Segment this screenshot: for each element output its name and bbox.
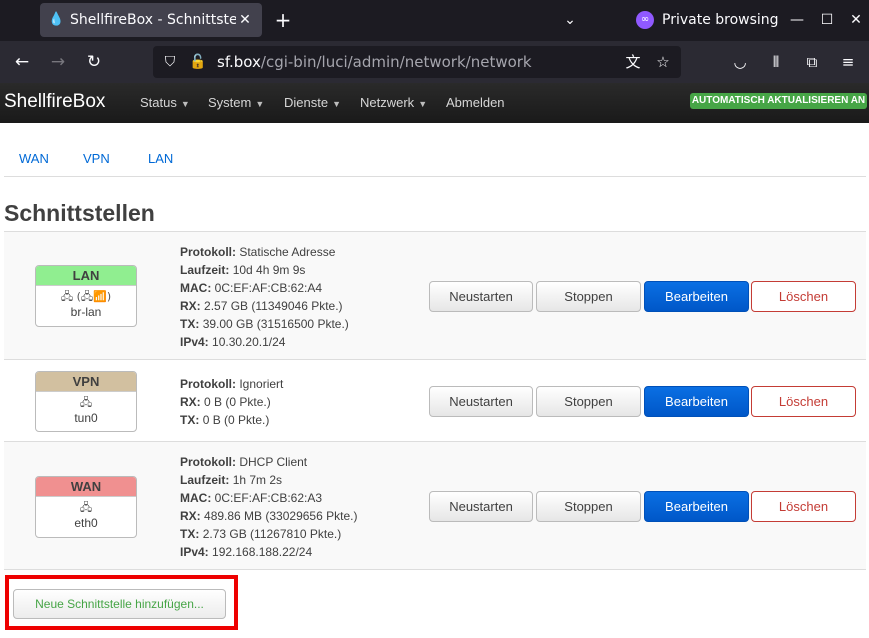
interface-info: Protokoll: Ignoriert RX: 0 B (0 Pkte.) T… [180, 377, 284, 427]
interface-info: Protokoll: Statische Adresse Laufzeit: 1… [180, 245, 349, 349]
close-window-icon[interactable]: ✕ [845, 8, 867, 32]
interface-badge-wan[interactable]: WAN 🖧 eth0 [35, 476, 137, 538]
restart-button[interactable]: Neustarten [429, 386, 533, 417]
chevron-down-icon: ▼ [255, 99, 265, 109]
chevron-down-icon: ▼ [418, 99, 428, 109]
edit-button[interactable]: Bearbeiten [644, 491, 749, 522]
delete-button[interactable]: Löschen [751, 386, 856, 417]
tab-divider [4, 176, 866, 177]
device-name: eth0 [74, 516, 98, 530]
interface-badge-lan[interactable]: LAN 🖧 (🖧📶) br-lan [35, 265, 137, 327]
interface-badge-vpn[interactable]: VPN 🖧 tun0 [35, 371, 137, 432]
page-title: Schnittstellen [4, 200, 155, 226]
back-arrow-icon[interactable]: ← [10, 50, 34, 74]
interface-row-wan: WAN 🖧 eth0 Protokoll: DHCP Client Laufze… [4, 441, 866, 569]
new-tab-button[interactable]: + [272, 8, 294, 32]
chevron-down-icon: ▼ [180, 99, 190, 109]
delete-button[interactable]: Löschen [751, 281, 856, 312]
delete-button[interactable]: Löschen [751, 491, 856, 522]
subtab-lan[interactable]: LAN [148, 151, 173, 166]
chevron-down-icon: ▼ [332, 99, 341, 109]
restart-button[interactable]: Neustarten [429, 491, 533, 522]
extensions-icon[interactable]: ⧉ [800, 50, 824, 74]
private-browsing-label: Private browsing [662, 12, 779, 28]
restart-button[interactable]: Neustarten [429, 281, 533, 312]
private-mask-icon: ∞ [636, 11, 654, 29]
hamburger-menu-icon[interactable]: ≡ [836, 50, 860, 74]
interface-row-vpn: VPN 🖧 tun0 Protokoll: Ignoriert RX: 0 B … [4, 359, 866, 441]
tab-title: ShellfireBox - Schnittstellen [70, 12, 236, 28]
device-name: tun0 [74, 411, 98, 425]
browser-nav-bar: ← → ↻ ⛉ 🔓 sf.box/cgi-bin/luci/admin/netw… [0, 41, 869, 83]
insecure-lock-icon[interactable]: 🔓 [187, 51, 209, 73]
auto-refresh-toggle[interactable]: AUTOMATISCH AKTUALISIEREN AN [690, 93, 867, 109]
browser-tab[interactable]: 💧 ShellfireBox - Schnittstellen ✕ [40, 3, 262, 37]
edit-button[interactable]: Bearbeiten [644, 386, 749, 417]
reload-icon[interactable]: ↻ [82, 50, 106, 74]
address-bar[interactable]: ⛉ 🔓 sf.box/cgi-bin/luci/admin/network/ne… [153, 46, 681, 78]
bookmark-star-icon[interactable]: ☆ [651, 51, 675, 73]
device-name: br-lan [70, 305, 102, 319]
menu-status[interactable]: Status ▼ [140, 95, 190, 110]
private-browsing-indicator: ∞ Private browsing [636, 8, 779, 32]
interface-name: LAN [36, 266, 136, 286]
stop-button[interactable]: Stoppen [536, 491, 641, 522]
menu-netzwerk[interactable]: Netzwerk ▼ [360, 95, 427, 110]
translate-icon[interactable]: 文 [621, 51, 645, 73]
network-device-icon: 🖧 (🖧📶) [60, 290, 112, 303]
maximize-icon[interactable]: ☐ [816, 8, 838, 32]
library-icon[interactable]: ⫴ [764, 50, 788, 74]
interface-name: WAN [36, 477, 136, 497]
interface-row-lan: LAN 🖧 (🖧📶) br-lan Protokoll: Statische A… [4, 231, 866, 359]
menu-system[interactable]: System ▼ [208, 95, 264, 110]
url-text[interactable]: sf.box/cgi-bin/luci/admin/network/networ… [217, 53, 621, 71]
subtab-vpn[interactable]: VPN [83, 151, 110, 166]
brand-logo[interactable]: ShellfireBox [4, 91, 105, 113]
close-tab-icon[interactable]: ✕ [236, 12, 254, 28]
menu-dienste[interactable]: Dienste ▼ [284, 95, 341, 110]
network-device-icon: 🖧 [79, 396, 93, 409]
subtab-wan[interactable]: WAN [19, 151, 49, 166]
forward-arrow-icon[interactable]: → [46, 50, 70, 74]
edit-button[interactable]: Bearbeiten [644, 281, 749, 312]
interface-info: Protokoll: DHCP Client Laufzeit: 1h 7m 2… [180, 455, 358, 559]
stop-button[interactable]: Stoppen [536, 386, 641, 417]
shellfire-favicon-icon: 💧 [48, 12, 65, 27]
menu-abmelden[interactable]: Abmelden [446, 95, 505, 110]
shield-icon[interactable]: ⛉ [159, 51, 181, 73]
list-all-tabs-icon[interactable]: ⌄ [560, 9, 580, 31]
table-bottom-divider [4, 569, 866, 570]
minimize-icon[interactable]: — [786, 8, 808, 32]
pocket-icon[interactable]: ◡ [728, 50, 752, 74]
network-device-icon: 🖧 [79, 501, 93, 514]
stop-button[interactable]: Stoppen [536, 281, 641, 312]
add-interface-button[interactable]: Neue Schnittstelle hinzufügen... [13, 589, 226, 619]
interface-name: VPN [36, 372, 136, 392]
browser-tab-bar: 💧 ShellfireBox - Schnittstellen ✕ + ⌄ ∞ … [0, 0, 869, 41]
